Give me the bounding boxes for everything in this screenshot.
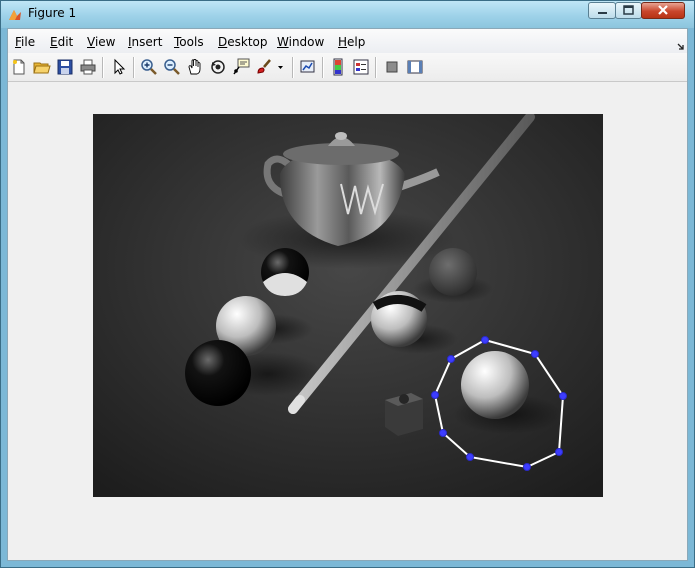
toolbar-separator xyxy=(322,57,323,78)
toolbar-separator xyxy=(133,57,134,78)
zoom-in-icon[interactable] xyxy=(140,58,158,76)
roi-vertex xyxy=(523,463,531,471)
matlab-logo-icon xyxy=(8,7,22,21)
toolbar-separator xyxy=(292,57,293,78)
data-cursor-icon[interactable] xyxy=(232,58,250,76)
maximize-button[interactable] xyxy=(615,2,642,19)
roi-vertex xyxy=(481,336,489,344)
menu-bar: File Edit View Insert Tools Desktop Wind… xyxy=(8,29,687,53)
link-plot-icon[interactable] xyxy=(299,58,317,76)
figure-client-area: File Edit View Insert Tools Desktop Wind… xyxy=(7,28,688,561)
hide-plot-tools-icon[interactable] xyxy=(383,58,401,76)
insert-legend-icon[interactable] xyxy=(352,58,370,76)
roi-vertex xyxy=(559,392,567,400)
menu-desktop[interactable]: Desktop xyxy=(218,35,268,49)
dock-arrow-icon[interactable] xyxy=(677,36,685,50)
show-plot-tools-icon[interactable] xyxy=(406,58,424,76)
figure-window: Figure 1 File Edit View Insert Tools Des… xyxy=(0,0,695,568)
image-axes[interactable] xyxy=(93,114,603,497)
title-bar[interactable]: Figure 1 xyxy=(1,1,694,28)
roi-vertex xyxy=(531,350,539,358)
figure-toolbar xyxy=(8,53,687,82)
new-figure-icon[interactable] xyxy=(10,58,28,76)
menu-tools[interactable]: Tools xyxy=(174,35,204,49)
minimize-button[interactable] xyxy=(588,2,616,19)
menu-edit[interactable]: Edit xyxy=(50,35,73,49)
pan-icon[interactable] xyxy=(186,58,204,76)
pool-scene-image xyxy=(93,114,603,497)
roi-vertex xyxy=(555,448,563,456)
brush-icon[interactable] xyxy=(255,58,273,76)
zoom-out-icon[interactable] xyxy=(163,58,181,76)
toolbar-separator xyxy=(102,57,103,78)
roi-vertex xyxy=(439,429,447,437)
menu-file[interactable]: File xyxy=(15,35,35,49)
close-button[interactable] xyxy=(641,2,685,19)
menu-help[interactable]: Help xyxy=(338,35,365,49)
menu-insert[interactable]: Insert xyxy=(128,35,162,49)
menu-window[interactable]: Window xyxy=(277,35,324,49)
roi-vertex xyxy=(431,391,439,399)
rotate-3d-icon[interactable] xyxy=(209,58,227,76)
print-icon[interactable] xyxy=(79,58,97,76)
insert-colorbar-icon[interactable] xyxy=(329,58,347,76)
toolbar-separator xyxy=(375,57,376,78)
brush-dropdown-icon[interactable] xyxy=(276,58,285,76)
save-icon[interactable] xyxy=(56,58,74,76)
edit-plot-icon[interactable] xyxy=(110,58,128,76)
menu-view[interactable]: View xyxy=(87,35,115,49)
open-file-icon[interactable] xyxy=(33,58,51,76)
roi-vertex xyxy=(447,355,455,363)
window-title: Figure 1 xyxy=(28,6,77,20)
roi-vertex xyxy=(466,453,474,461)
